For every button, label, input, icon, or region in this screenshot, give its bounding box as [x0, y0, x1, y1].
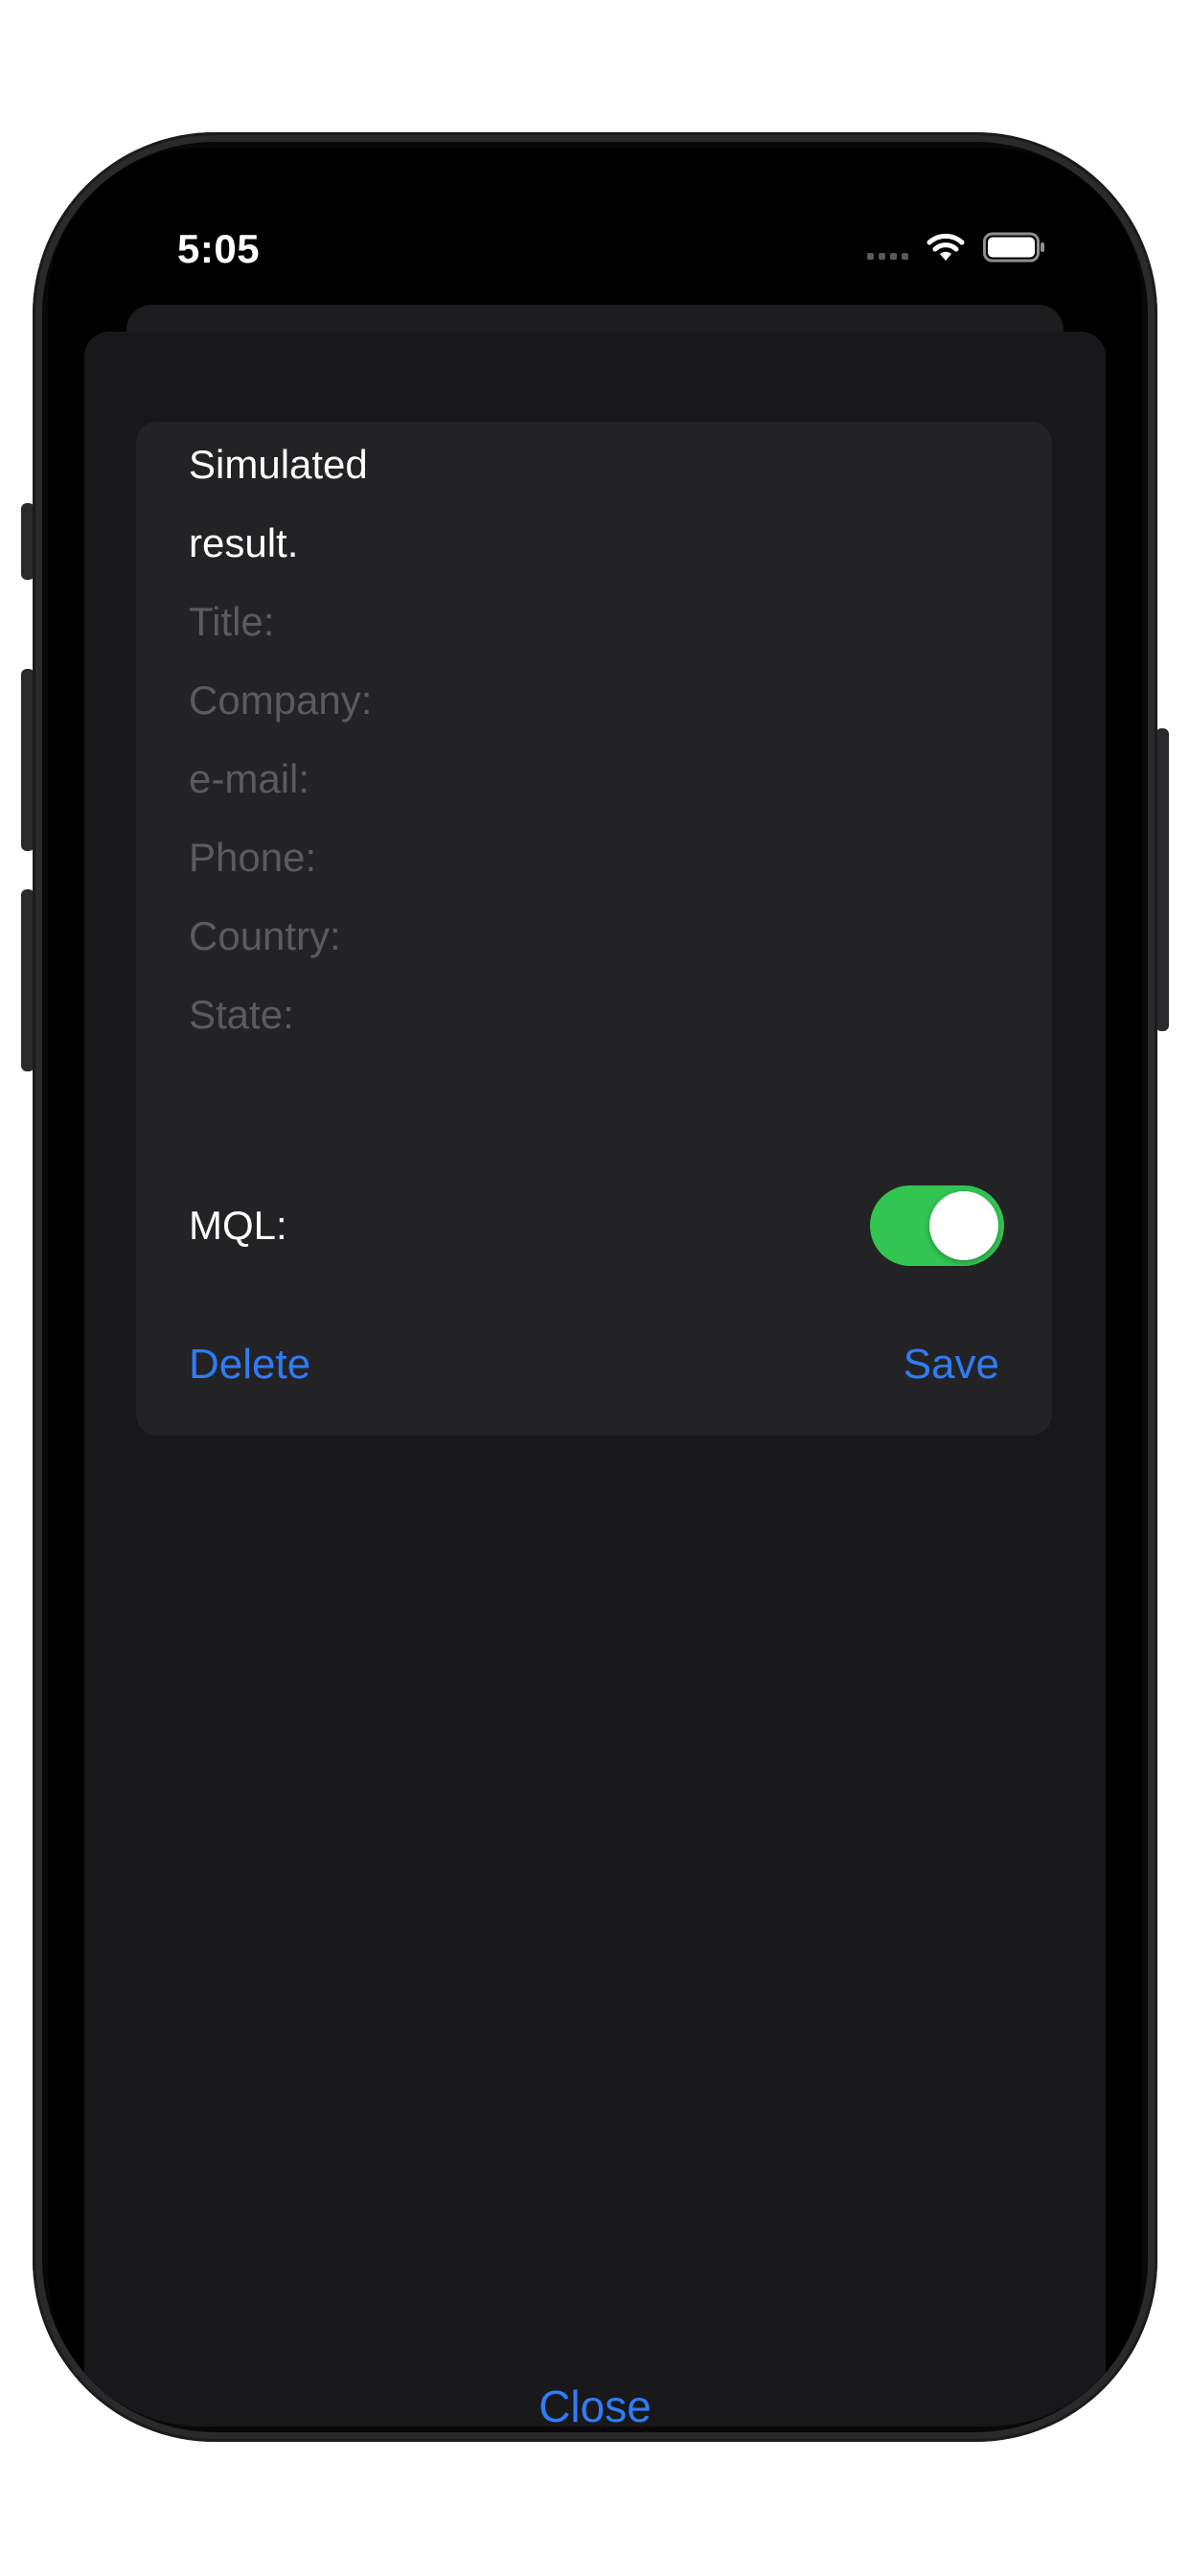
result-text-line2: result. — [189, 520, 299, 565]
device-screen: 5:05 Simulated result. Title: Company: e… — [48, 148, 1142, 2426]
cellular-signal-icon — [867, 233, 908, 262]
close-button[interactable]: Close — [84, 2380, 1106, 2426]
wifi-icon — [927, 233, 965, 261]
state-field[interactable]: State: — [189, 991, 294, 1039]
delete-button[interactable]: Delete — [189, 1340, 310, 1390]
country-field[interactable]: Country: — [189, 912, 341, 960]
phone-field[interactable]: Phone: — [189, 834, 316, 882]
email-field[interactable]: e-mail: — [189, 755, 309, 803]
contact-card: Simulated result. Title: Company: e-mail… — [136, 422, 1052, 1436]
toggle-knob — [929, 1191, 998, 1260]
status-time: 5:05 — [177, 226, 261, 271]
save-button[interactable]: Save — [904, 1340, 999, 1390]
modal-sheet: Simulated result. Title: Company: e-mail… — [84, 332, 1106, 2426]
battery-icon — [983, 232, 1044, 263]
result-text-line1: Simulated — [189, 442, 368, 487]
company-field[interactable]: Company: — [189, 677, 372, 724]
status-icons — [867, 232, 1046, 263]
title-field[interactable]: Title: — [189, 598, 274, 646]
mql-label: MQL: — [189, 1203, 287, 1248]
power-button — [1156, 728, 1169, 1031]
mql-toggle[interactable] — [870, 1185, 1004, 1266]
